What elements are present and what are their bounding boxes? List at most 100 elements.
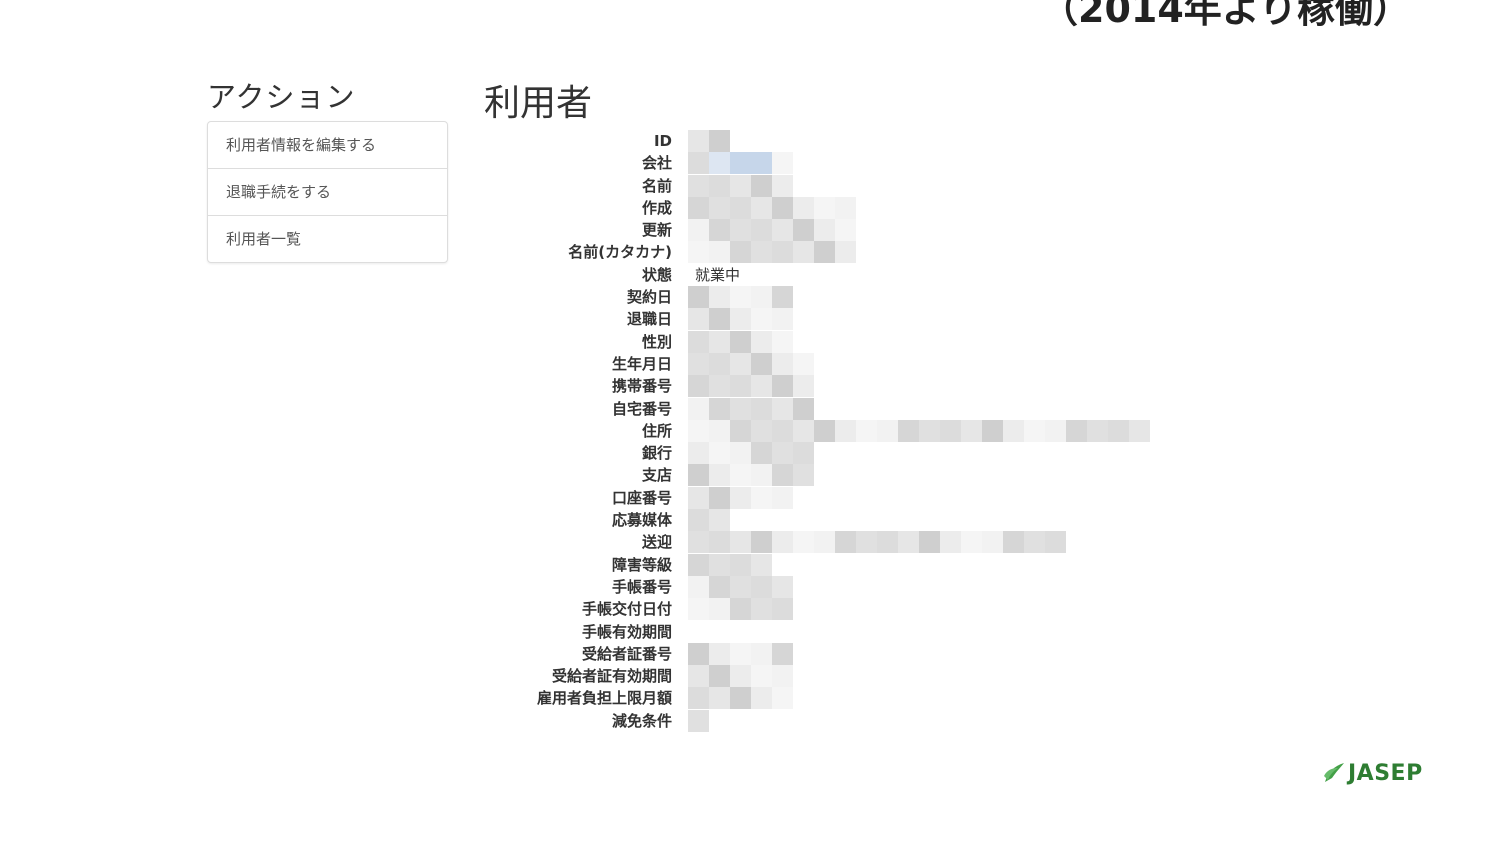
mosaic-block [772, 241, 793, 264]
mosaic-block [709, 553, 730, 576]
mosaic-block [772, 352, 793, 375]
user-list-link[interactable]: 利用者一覧 [208, 216, 447, 262]
mosaic-block [730, 174, 751, 197]
field-label: 受給者証番号 [581, 644, 672, 663]
mosaic-block [877, 419, 898, 442]
redacted-value [688, 575, 793, 598]
mosaic-block [1003, 531, 1024, 554]
mosaic-block [793, 464, 814, 487]
detail-row: 携帯番号 [500, 375, 1200, 398]
field-label: 銀行 [641, 444, 672, 463]
mosaic-block [709, 375, 730, 398]
mosaic-block [730, 352, 751, 375]
mosaic-block [856, 419, 877, 442]
mosaic-block [688, 241, 709, 264]
mosaic-block [961, 419, 982, 442]
mosaic-block [730, 286, 751, 309]
retirement-procedure-link[interactable]: 退職手続をする [208, 169, 447, 216]
redacted-value [688, 330, 793, 353]
field-label: 会社 [641, 154, 672, 173]
mosaic-block [730, 531, 751, 554]
detail-row: 支店 [500, 464, 1200, 487]
mosaic-block [814, 241, 835, 264]
mosaic-block [835, 531, 856, 554]
mosaic-block [709, 219, 730, 242]
field-label: 住所 [641, 421, 672, 440]
redacted-value [688, 598, 793, 621]
mosaic-block [688, 531, 709, 554]
redacted-value [688, 352, 814, 375]
mosaic-block [1066, 419, 1087, 442]
mosaic-block [940, 419, 961, 442]
mosaic-block [814, 219, 835, 242]
mosaic-block [751, 174, 772, 197]
mosaic-block [730, 308, 751, 331]
field-label: 送迎 [641, 533, 672, 552]
mosaic-block [793, 375, 814, 398]
mosaic-block [793, 219, 814, 242]
mosaic-block [709, 130, 730, 152]
edit-user-link[interactable]: 利用者情報を編集する [208, 122, 447, 169]
mosaic-block [835, 241, 856, 264]
mosaic-block [709, 174, 730, 197]
mosaic-block [835, 219, 856, 242]
mosaic-block [709, 352, 730, 375]
field-label: 減免条件 [611, 711, 672, 730]
mosaic-block [772, 397, 793, 420]
mosaic-block [709, 531, 730, 554]
mosaic-block [688, 330, 709, 353]
redacted-value [688, 286, 793, 309]
mosaic-block [877, 531, 898, 554]
mosaic-block [793, 442, 814, 465]
mosaic-block [751, 553, 772, 576]
mosaic-block [730, 330, 751, 353]
mosaic-block [730, 419, 751, 442]
mosaic-block [751, 419, 772, 442]
mosaic-block [793, 397, 814, 420]
mosaic-block [730, 397, 751, 420]
mosaic-block [688, 642, 709, 665]
field-label: 障害等級 [611, 555, 672, 574]
mosaic-block [730, 553, 751, 576]
mosaic-block [919, 531, 940, 554]
field-label: 退職日 [626, 310, 672, 329]
mosaic-block [856, 531, 877, 554]
mosaic-block [688, 464, 709, 487]
page-title: 利用者 [484, 83, 593, 124]
redacted-value [688, 219, 856, 242]
mosaic-block [709, 397, 730, 420]
mosaic-block [772, 464, 793, 487]
field-label: 名前 [641, 176, 672, 195]
mosaic-block [1108, 419, 1129, 442]
mosaic-block [688, 130, 709, 152]
jasep-logo: JASEP [1322, 760, 1423, 786]
actions-panel: 利用者情報を編集する 退職手続をする 利用者一覧 [207, 121, 448, 263]
mosaic-block [961, 531, 982, 554]
field-label: ID [653, 132, 672, 150]
detail-row: 送迎 [500, 531, 1200, 554]
mosaic-block [730, 442, 751, 465]
redacted-value [688, 375, 814, 398]
field-label: 状態 [641, 265, 672, 284]
mosaic-block [835, 419, 856, 442]
mosaic-block [730, 665, 751, 688]
field-label: 自宅番号 [611, 399, 672, 418]
redacted-value [688, 486, 793, 509]
user-details: ID 会社 名前 作成 更新 名前(カタカナ) 状態 就業中 契約日 退職日 性別 生年月日 携帯番号自… [500, 130, 1200, 732]
mosaic-block [772, 665, 793, 688]
field-label: 手帳有効期間 [581, 622, 672, 641]
mosaic-block [772, 375, 793, 398]
mosaic-block [1129, 419, 1150, 442]
mosaic-block [814, 196, 835, 219]
header-note: （2014年より稼働） [1040, 0, 1412, 31]
mosaic-block [835, 196, 856, 219]
mosaic-block [751, 665, 772, 688]
field-label: 支店 [641, 466, 672, 485]
field-label: 携帯番号 [611, 377, 672, 396]
mosaic-block [709, 330, 730, 353]
mosaic-block [751, 330, 772, 353]
detail-row: 作成 [500, 196, 1200, 219]
field-label: 受給者証有効期間 [551, 667, 672, 686]
mosaic-block [688, 219, 709, 242]
mosaic-block [730, 375, 751, 398]
